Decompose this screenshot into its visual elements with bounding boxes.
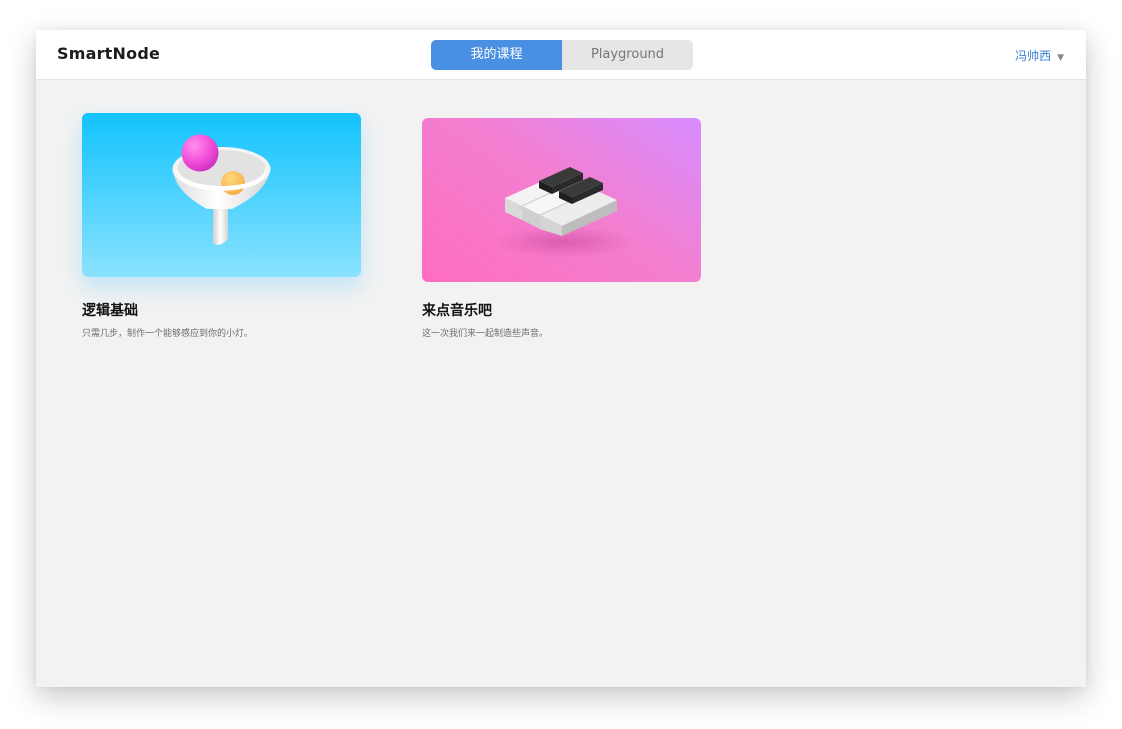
course-title[interactable]: 逻辑基础	[82, 300, 361, 320]
tab-my-courses[interactable]: 我的课程	[431, 40, 562, 70]
course-card-image[interactable]	[422, 118, 701, 282]
chevron-down-icon: ▼	[1057, 53, 1064, 63]
course-card-logic[interactable]: 逻辑基础 只需几步，制作一个能够感应到你的小灯。	[82, 113, 361, 339]
tab-playground[interactable]: Playground	[562, 40, 693, 70]
course-card-music[interactable]: 来点音乐吧 这一次我们来一起制造些声音。	[422, 118, 701, 339]
app-window: SmartNode 我的课程 Playground 冯帅西 ▼ 逻辑基础 只需几…	[36, 30, 1086, 687]
top-navigation-bar: SmartNode 我的课程 Playground 冯帅西 ▼	[36, 30, 1086, 80]
course-title[interactable]: 来点音乐吧	[422, 300, 701, 320]
course-description: 只需几步，制作一个能够感应到你的小灯。	[82, 329, 254, 339]
course-card-image[interactable]	[82, 113, 361, 277]
view-tab-switcher: 我的课程 Playground	[431, 40, 693, 70]
user-name: 冯帅西	[1015, 49, 1052, 63]
piano-keys-icon	[494, 167, 634, 258]
funnel-icon	[172, 134, 271, 245]
brand-logo[interactable]: SmartNode	[57, 44, 160, 63]
user-menu[interactable]: 冯帅西 ▼	[1015, 47, 1064, 64]
course-description: 这一次我们来一起制造些声音。	[422, 329, 549, 339]
